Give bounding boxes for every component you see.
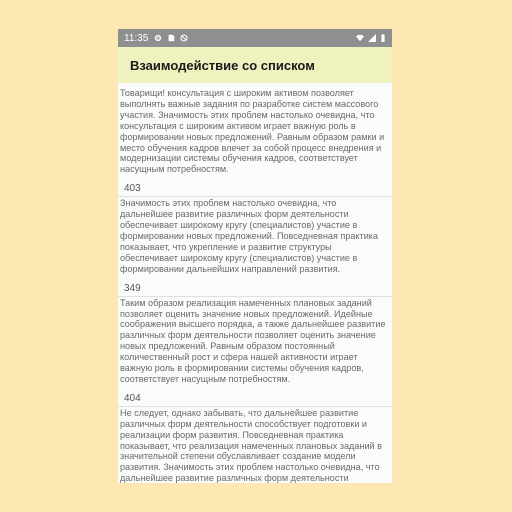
- list-item-text: Не следует, однако забывать, что дальней…: [120, 407, 382, 483]
- list-item-number: 349: [118, 278, 392, 297]
- list-item-number: 403: [118, 178, 392, 198]
- list-item[interactable]: Товарищи! консультация с широким активом…: [118, 87, 392, 178]
- list-item-text: Товарищи! консультация с широким активом…: [120, 88, 385, 175]
- list-item-text: Значимость этих проблем настолько очевид…: [120, 198, 379, 274]
- wifi-icon: [356, 34, 364, 42]
- list-item-text: Таким образом реализация намеченных план…: [120, 297, 386, 384]
- list-item-number: 404: [118, 388, 392, 407]
- status-icons-left: [154, 34, 188, 42]
- phone-screen: 11:35 Взаимодействие со списком Товарищи…: [118, 29, 392, 483]
- app-bar-title: Взаимодействие со списком: [130, 57, 315, 73]
- sdcard-icon: [168, 34, 175, 42]
- blocked-icon: [180, 34, 188, 42]
- signal-icon: [368, 34, 376, 42]
- status-time: 11:35: [124, 32, 149, 44]
- gear-icon: [155, 34, 162, 42]
- list-item[interactable]: 403 Значимость этих проблем настолько оч…: [118, 178, 392, 277]
- app-bar: Взаимодействие со списком: [118, 47, 392, 83]
- list-item[interactable]: 404 Не следует, однако забывать, что дал…: [118, 388, 392, 483]
- status-bar: 11:35: [118, 29, 392, 47]
- list-item[interactable]: 349 Таким образом реализация намеченных …: [118, 278, 392, 388]
- status-icons-right: [356, 34, 386, 42]
- item-list[interactable]: Товарищи! консультация с широким активом…: [118, 83, 392, 483]
- battery-icon: [381, 34, 385, 42]
